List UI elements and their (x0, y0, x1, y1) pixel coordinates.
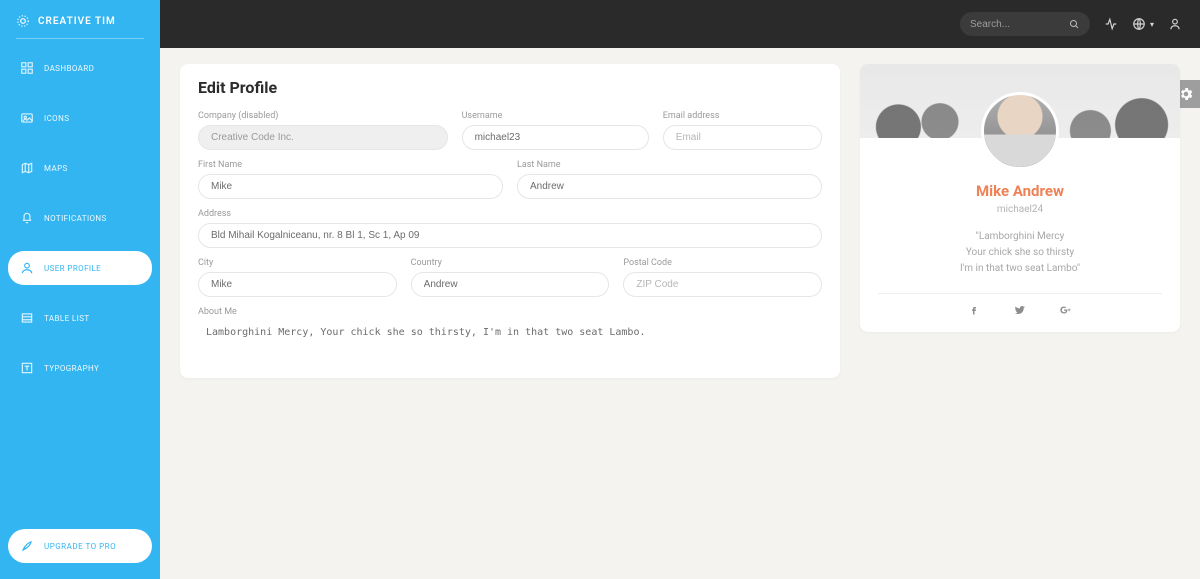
lastname-field[interactable] (517, 174, 822, 199)
bell-icon (20, 211, 34, 225)
globe-dropdown[interactable]: ▾ (1132, 17, 1154, 31)
content: Edit Profile Company (disabled) Username… (160, 48, 1200, 579)
map-icon (20, 161, 34, 175)
label-postal: Postal Code (623, 258, 822, 268)
label-company: Company (disabled) (198, 111, 448, 121)
sidebar-item-label: TYPOGRAPHY (44, 364, 99, 373)
sidebar-item-icons[interactable]: ICONS (8, 101, 152, 135)
quote-line: "Lamborghini Mercy (882, 229, 1158, 245)
list-icon (20, 311, 34, 325)
profile-name: Mike Andrew (860, 182, 1180, 200)
profile-quote: "Lamborghini Mercy Your chick she so thi… (882, 229, 1158, 277)
label-firstname: First Name (198, 160, 503, 170)
google-plus-icon[interactable] (1059, 304, 1073, 316)
upgrade-button[interactable]: UPGRADE TO PRO (8, 529, 152, 563)
activity-icon[interactable] (1104, 17, 1118, 31)
quote-line: I'm in that two seat Lambo" (882, 261, 1158, 277)
label-address: Address (198, 209, 822, 219)
profile-handle: michael24 (860, 204, 1180, 215)
address-field[interactable] (198, 223, 822, 248)
chevron-down-icon: ▾ (1150, 20, 1154, 29)
social-links (860, 304, 1180, 316)
sidebar-item-maps[interactable]: MAPS (8, 151, 152, 185)
facebook-icon[interactable] (967, 304, 981, 316)
sidebar-nav: DASHBOARD ICONS MAPS NOTIFICATIONS USER … (0, 51, 160, 385)
sidebar-item-label: MAPS (44, 164, 68, 173)
sidebar-item-label: TABLE LIST (44, 314, 90, 323)
company-field (198, 125, 448, 150)
sidebar-item-label: DASHBOARD (44, 64, 94, 73)
about-field[interactable] (198, 321, 822, 344)
search-box[interactable] (960, 12, 1090, 36)
user-icon (20, 261, 34, 275)
upgrade-label: UPGRADE TO PRO (44, 542, 116, 551)
city-field[interactable] (198, 272, 397, 297)
sidebar: CREATIVE TIM DASHBOARD ICONS MAPS NOTIFI… (0, 0, 160, 579)
sidebar-item-user-profile[interactable]: USER PROFILE (8, 251, 152, 285)
avatar (981, 92, 1059, 170)
brand-logo-icon (16, 14, 30, 28)
sidebar-item-notifications[interactable]: NOTIFICATIONS (8, 201, 152, 235)
divider (878, 293, 1162, 294)
search-input[interactable] (970, 19, 1060, 30)
brand-name: CREATIVE TIM (38, 16, 116, 27)
firstname-field[interactable] (198, 174, 503, 199)
postal-field[interactable] (623, 272, 822, 297)
rocket-icon (20, 539, 34, 553)
sidebar-item-label: ICONS (44, 114, 69, 123)
text-icon (20, 361, 34, 375)
sidebar-item-table-list[interactable]: TABLE LIST (8, 301, 152, 335)
search-icon[interactable] (1068, 18, 1080, 30)
sidebar-item-label: NOTIFICATIONS (44, 214, 107, 223)
brand[interactable]: CREATIVE TIM (0, 8, 160, 38)
sidebar-item-typography[interactable]: TYPOGRAPHY (8, 351, 152, 385)
grid-icon (20, 61, 34, 75)
topbar: ▾ (160, 0, 1200, 48)
divider (16, 38, 144, 39)
profile-summary-card: Mike Andrew michael24 "Lamborghini Mercy… (860, 64, 1180, 332)
image-icon (20, 111, 34, 125)
account-icon[interactable] (1168, 17, 1182, 31)
label-country: Country (411, 258, 610, 268)
edit-profile-card: Edit Profile Company (disabled) Username… (180, 64, 840, 378)
twitter-icon[interactable] (1013, 304, 1027, 316)
sidebar-item-dashboard[interactable]: DASHBOARD (8, 51, 152, 85)
email-field[interactable] (663, 125, 822, 150)
username-field[interactable] (462, 125, 649, 150)
label-email: Email address (663, 111, 822, 121)
label-about: About Me (198, 307, 822, 317)
sidebar-item-label: USER PROFILE (44, 264, 101, 273)
quote-line: Your chick she so thirsty (882, 245, 1158, 261)
label-city: City (198, 258, 397, 268)
page-title: Edit Profile (198, 78, 822, 97)
country-field[interactable] (411, 272, 610, 297)
label-lastname: Last Name (517, 160, 822, 170)
label-username: Username (462, 111, 649, 121)
